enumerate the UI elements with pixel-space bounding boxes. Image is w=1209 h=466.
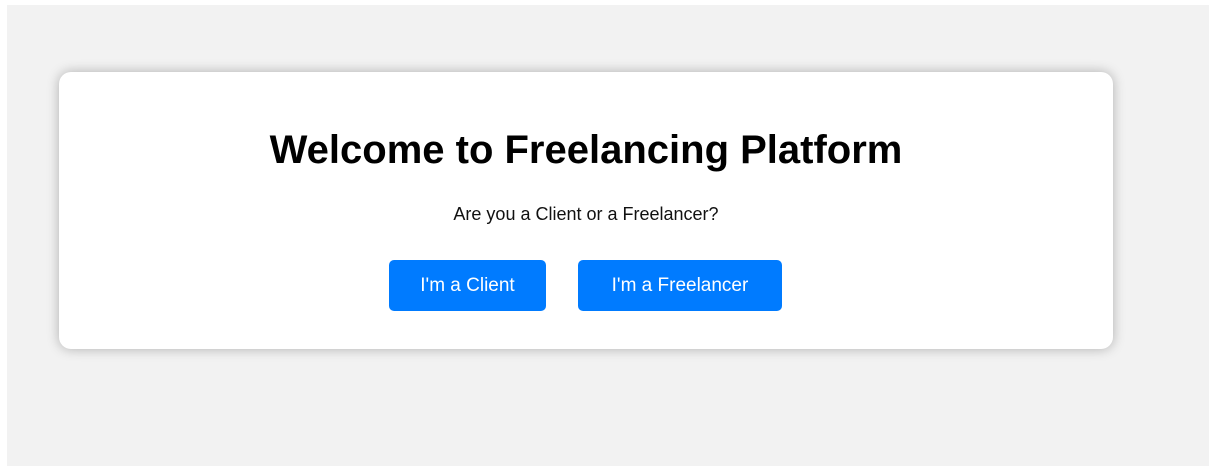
- client-button[interactable]: I'm a Client: [389, 260, 546, 311]
- role-question: Are you a Client or a Freelancer?: [453, 204, 719, 224]
- page-title: Welcome to Freelancing Platform: [269, 128, 903, 172]
- welcome-card: Welcome to Freelancing Platform Are you …: [59, 72, 1113, 349]
- page-background: Welcome to Freelancing Platform Are you …: [7, 5, 1209, 466]
- freelancer-button[interactable]: I'm a Freelancer: [578, 260, 782, 311]
